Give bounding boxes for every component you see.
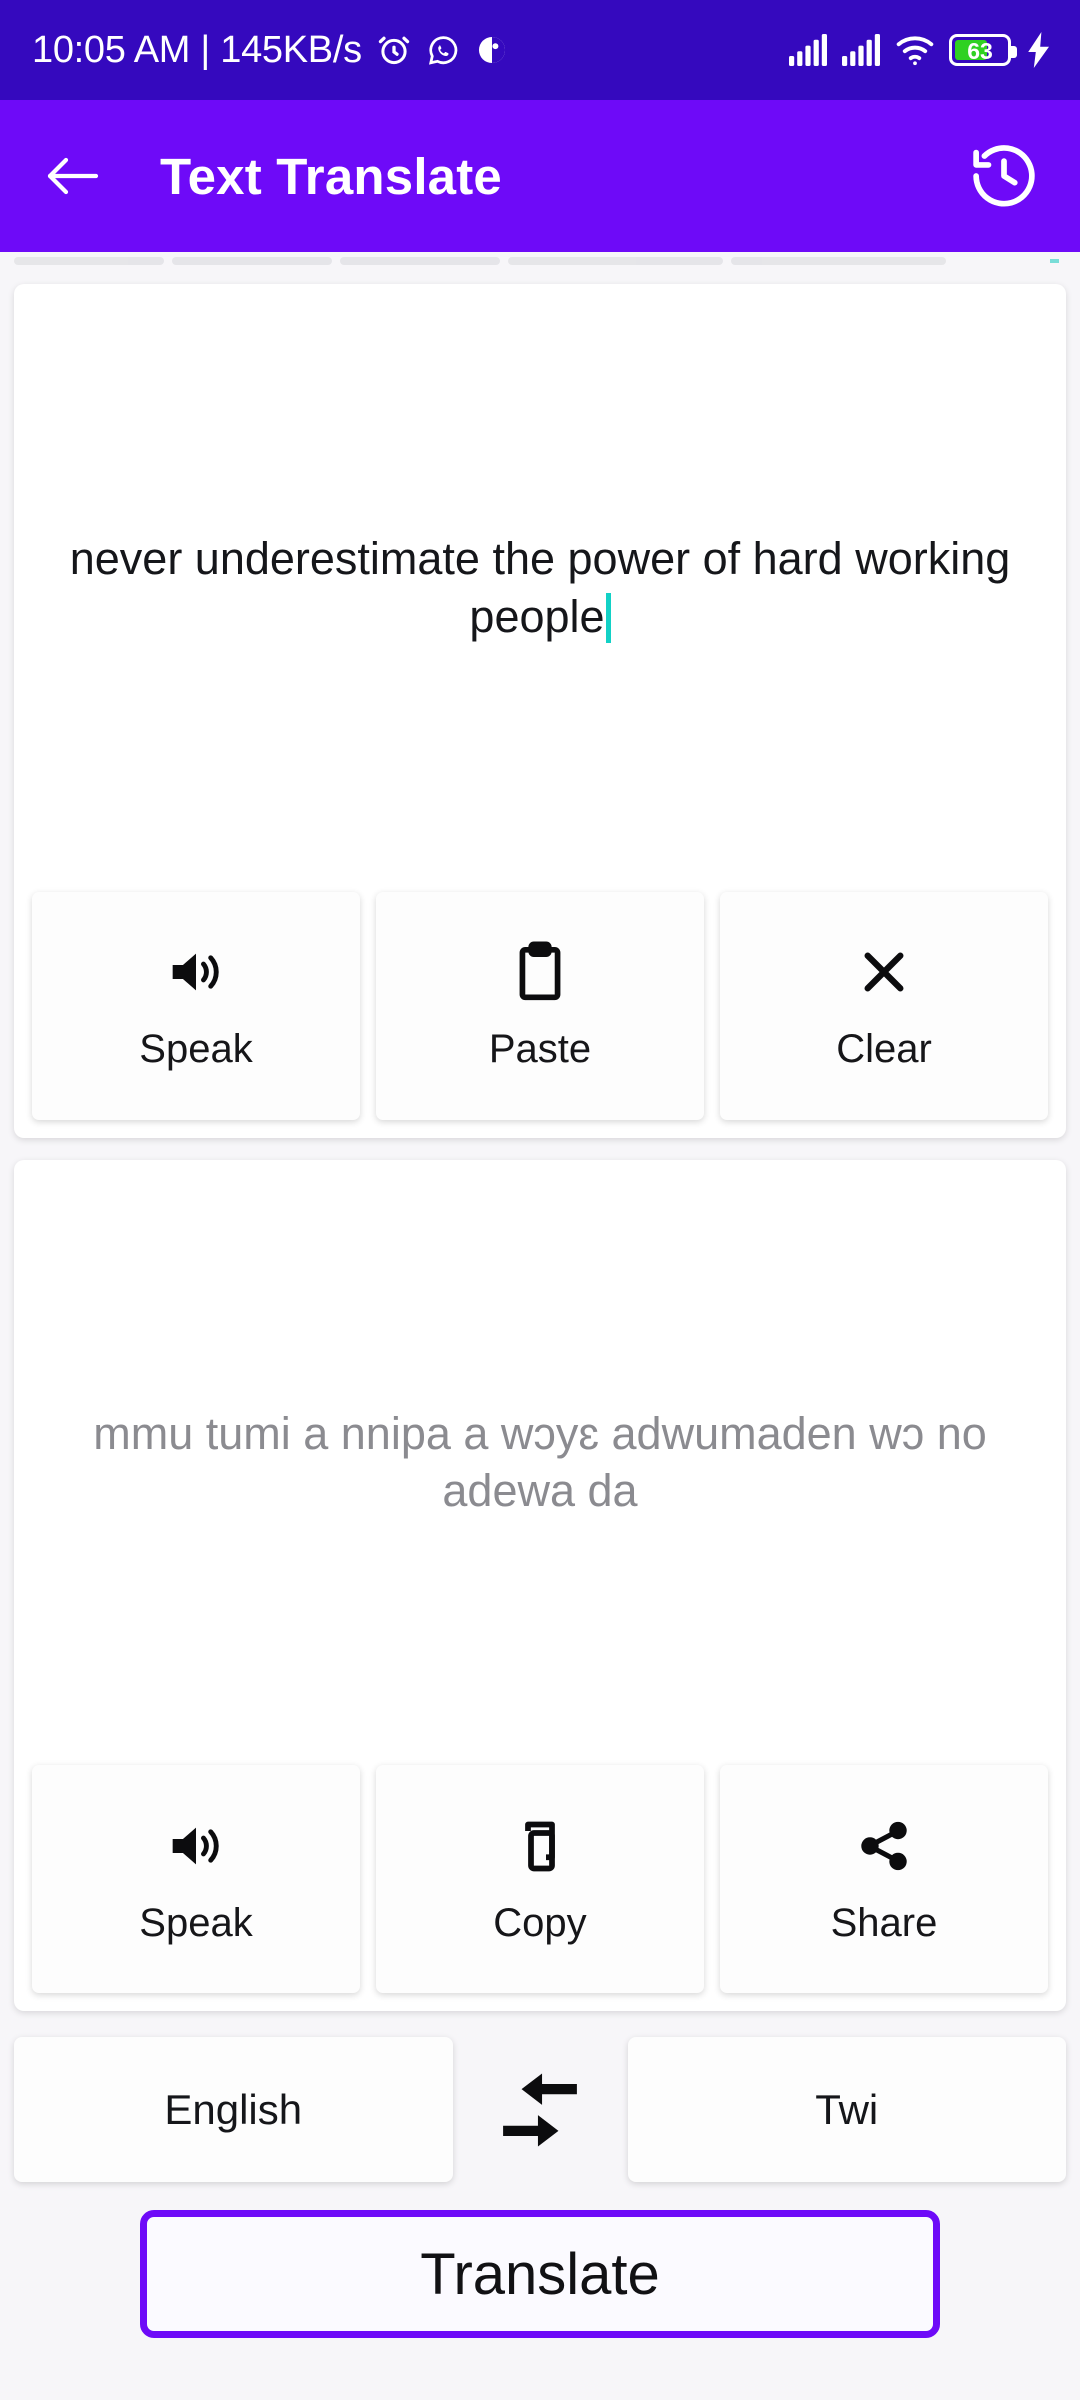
whatsapp-icon: [426, 33, 461, 68]
paste-label: Paste: [488, 1027, 592, 1071]
app-bar: Text Translate: [0, 100, 1080, 252]
content-area: never underestimate the power of hard wo…: [0, 252, 1080, 2400]
status-bar: 10:05 AM | 145KB/s 63: [0, 0, 1080, 100]
source-language-button[interactable]: English: [14, 2037, 453, 2182]
input-card: never underestimate the power of hard wo…: [14, 284, 1066, 1138]
signal-bars-icon: [788, 34, 828, 66]
clear-button[interactable]: Clear: [720, 891, 1048, 1120]
volume-up-icon: [165, 939, 227, 1005]
close-x-icon: [856, 939, 912, 1005]
input-action-row: Speak Paste Clear: [14, 891, 1066, 1138]
speak-translation-button[interactable]: Speak: [32, 1765, 360, 1993]
app-notification-icon: [475, 33, 509, 67]
back-arrow-icon[interactable]: [44, 152, 104, 200]
translated-text: mmu tumi a nnipa a wɔyɛ adwumaden wɔ no …: [93, 1407, 987, 1517]
page-title: Text Translate: [160, 147, 502, 205]
ghost-chip: [340, 257, 500, 265]
language-selector-row: English Twi: [0, 2037, 1080, 2182]
share-label: Share: [830, 1900, 938, 1945]
source-language-label: English: [164, 2085, 303, 2133]
alarm-icon: [376, 32, 412, 68]
ghost-chip: [508, 257, 723, 265]
ghost-caret: [1050, 259, 1059, 263]
swap-languages-button[interactable]: [453, 2037, 628, 2182]
text-cursor: [605, 592, 611, 643]
copy-pages-icon: [512, 1813, 568, 1879]
ghost-chip: [172, 257, 332, 265]
history-clock-icon[interactable]: [966, 138, 1042, 214]
speak-source-label: Speak: [139, 1027, 253, 1071]
source-text: never underestimate the power of hard wo…: [69, 533, 1011, 642]
charging-bolt-icon: [1024, 32, 1054, 68]
output-card: mmu tumi a nnipa a wɔyɛ adwumaden wɔ no …: [14, 1159, 1066, 2011]
clipped-top-row: [14, 257, 1066, 267]
paste-button[interactable]: Paste: [376, 891, 704, 1120]
output-action-row: Speak Copy Share: [14, 1765, 1066, 2011]
status-clock: 10:05 AM | 145KB/s: [32, 28, 362, 71]
target-language-button[interactable]: Twi: [627, 2037, 1066, 2182]
share-nodes-icon: [855, 1813, 913, 1879]
copy-button[interactable]: Copy: [376, 1765, 704, 1993]
translate-button-wrapper: Translate: [0, 2210, 1080, 2400]
share-button[interactable]: Share: [720, 1765, 1048, 1993]
battery-indicator: 63: [949, 34, 1017, 66]
target-language-label: Twi: [815, 2085, 879, 2133]
wifi-icon: [894, 33, 936, 67]
copy-label: Copy: [493, 1900, 587, 1945]
speak-source-button[interactable]: Speak: [32, 891, 360, 1120]
status-bar-left: 10:05 AM | 145KB/s: [32, 29, 509, 72]
ghost-chip: [731, 257, 946, 265]
volume-up-icon: [165, 1813, 227, 1879]
speak-translation-label: Speak: [139, 1900, 253, 1945]
battery-level-text: 63: [967, 38, 993, 64]
clipboard-icon: [513, 939, 567, 1005]
translate-button-label: Translate: [420, 2241, 660, 2307]
source-text-wrapper: never underestimate the power of hard wo…: [52, 530, 1028, 645]
source-text-area[interactable]: never underestimate the power of hard wo…: [14, 284, 1066, 892]
translate-button[interactable]: Translate: [140, 2210, 940, 2338]
signal-bars-icon-2: [841, 34, 881, 66]
status-bar-right: 63: [788, 32, 1054, 68]
clear-label: Clear: [836, 1027, 932, 1071]
translated-text-area: mmu tumi a nnipa a wɔyɛ adwumaden wɔ no …: [14, 1160, 1066, 1766]
ghost-chip: [14, 257, 164, 265]
app-screen: 10:05 AM | 145KB/s 63 Text Translate nev…: [0, 0, 1080, 2400]
